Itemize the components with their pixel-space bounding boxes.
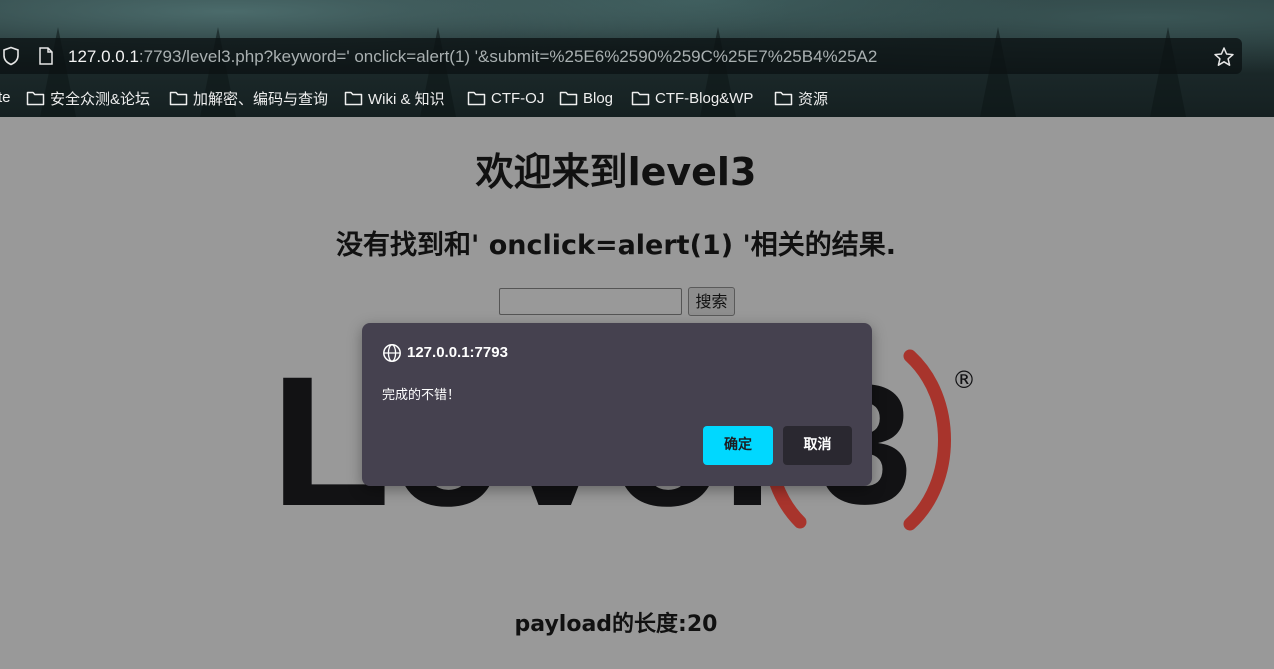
bookmarks-bar: te 安全众测&论坛 加解密、编码与查询 Wiki & 知识 CTF-OJ Bl… <box>0 86 1274 110</box>
bookmark-folder[interactable]: 加解密、编码与查询 <box>169 86 328 110</box>
folder-icon <box>169 91 188 106</box>
folder-icon <box>344 91 363 106</box>
bookmark-folder[interactable]: Wiki & 知识 <box>344 86 445 110</box>
bookmark-label: Blog <box>583 89 614 107</box>
bookmark-label: 资源 <box>798 90 829 108</box>
page-title: 欢迎来到level3 <box>475 150 757 194</box>
bookmark-partial[interactable]: te <box>0 86 11 110</box>
cancel-button[interactable]: 取消 <box>783 426 852 465</box>
dialog-message: 完成的不错！ <box>382 388 461 403</box>
registered-mark: ® <box>952 366 976 394</box>
search-result-message: 没有找到和' onclick=alert(1) '相关的结果. <box>336 230 896 261</box>
bookmark-folder[interactable]: 资源 <box>774 86 828 110</box>
search-button[interactable]: 搜索 <box>688 287 735 316</box>
browser-chrome: 127.0.0.1:7793/level3.php?keyword=' oncl… <box>0 0 1274 117</box>
bookmark-label: CTF-Blog&WP <box>655 89 754 107</box>
folder-icon <box>559 91 578 106</box>
url-text[interactable]: 127.0.0.1:7793/level3.php?keyword=' oncl… <box>68 46 877 68</box>
ok-button[interactable]: 确定 <box>703 426 773 465</box>
page-icon <box>39 47 53 65</box>
bookmark-label: 加解密、编码与查询 <box>193 90 329 108</box>
shield-icon[interactable] <box>2 46 20 66</box>
bookmark-folder[interactable]: 安全众测&论坛 <box>26 86 150 110</box>
folder-icon <box>467 91 486 106</box>
folder-icon <box>631 91 650 106</box>
folder-icon <box>26 91 45 106</box>
bookmark-label: CTF-OJ <box>491 89 545 107</box>
bookmark-folder[interactable]: CTF-Blog&WP <box>631 86 753 110</box>
payload-length: payload的长度:20 <box>514 612 718 637</box>
dialog-origin: 127.0.0.1:7793 <box>407 344 508 361</box>
search-input[interactable] <box>499 288 682 315</box>
bookmark-folder[interactable]: Blog <box>559 86 613 110</box>
bookmark-label: Wiki & 知识 <box>368 90 445 108</box>
url-path: :7793/level3.php?keyword=' onclick=alert… <box>138 47 878 66</box>
globe-icon <box>383 344 401 362</box>
url-host: 127.0.0.1 <box>68 47 139 66</box>
bookmark-folder[interactable]: CTF-OJ <box>467 86 544 110</box>
alert-dialog: 127.0.0.1:7793 完成的不错！ 确定 取消 <box>362 323 872 486</box>
star-icon[interactable] <box>1213 46 1235 68</box>
logo-right-paren <box>903 349 951 531</box>
bookmark-label: 安全众测&论坛 <box>50 90 151 108</box>
folder-icon <box>774 91 793 106</box>
